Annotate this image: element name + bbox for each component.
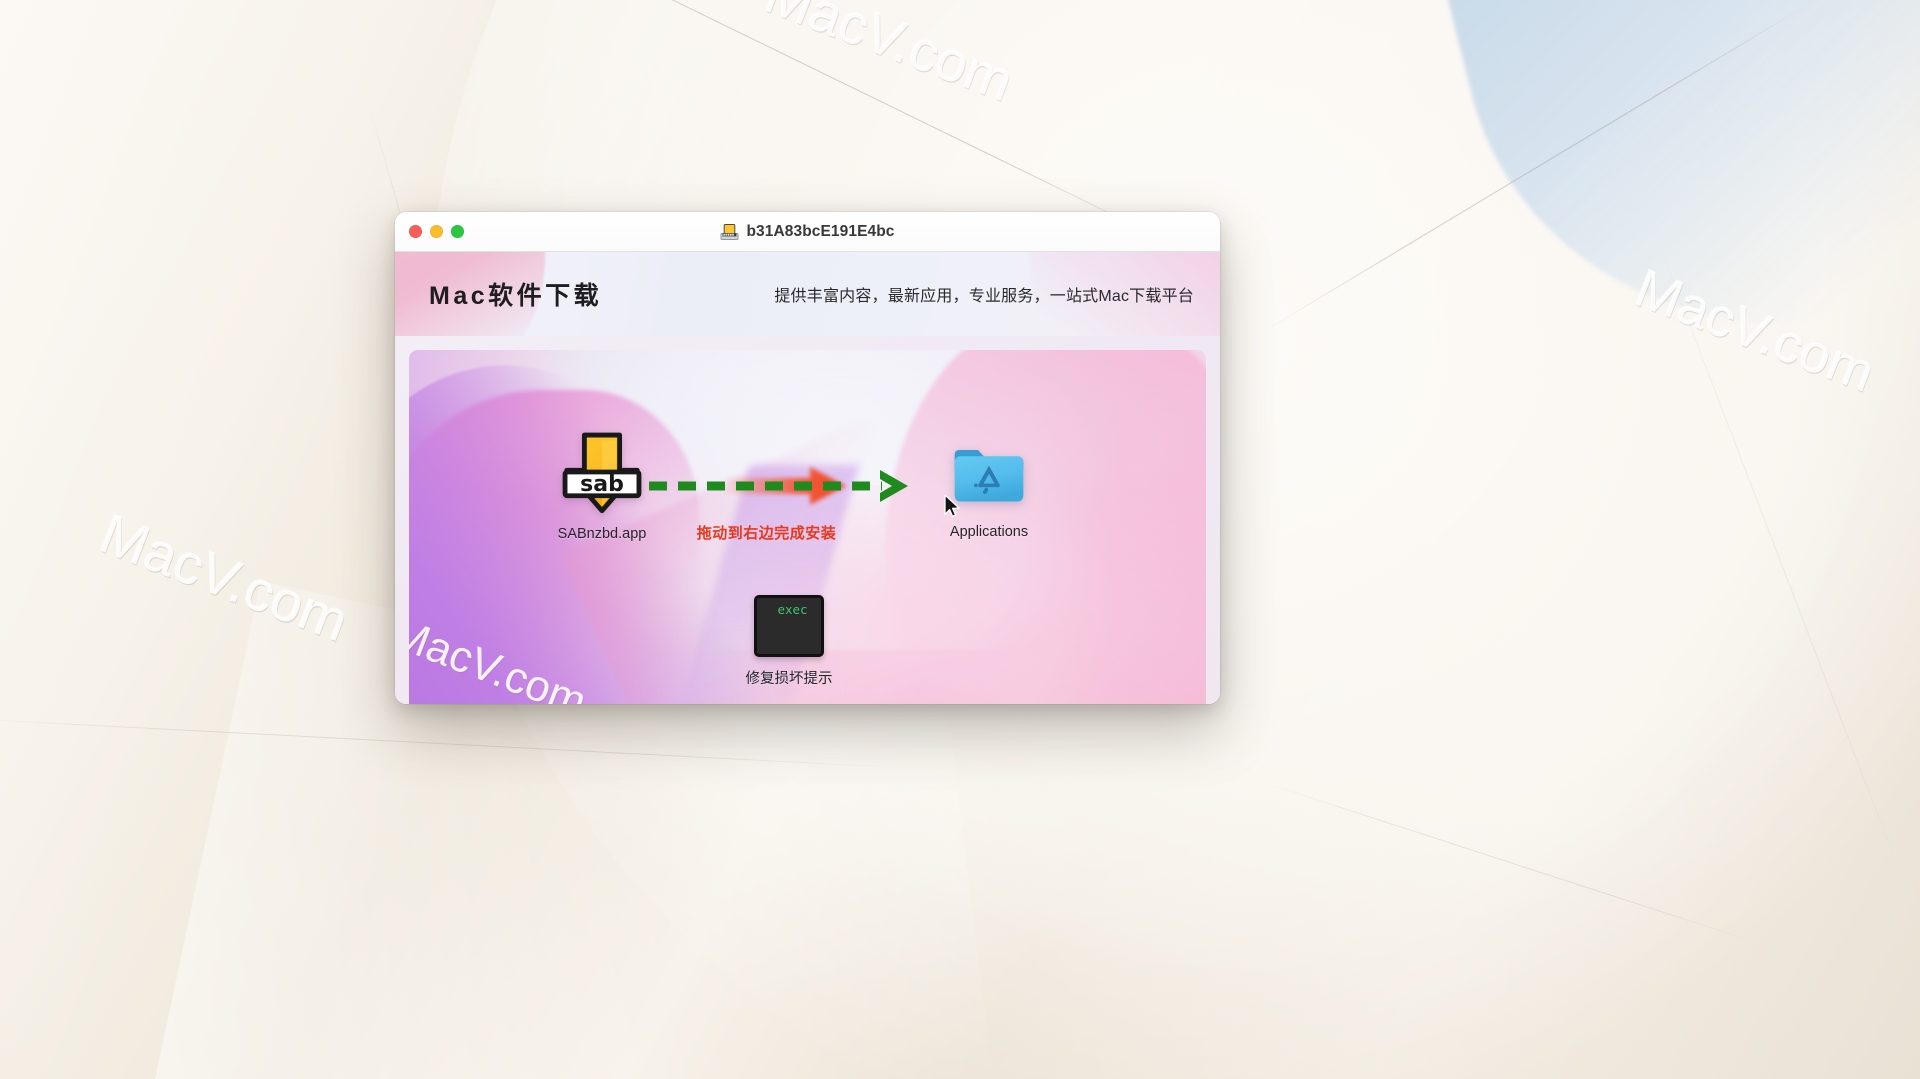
watermark-top: MacV.com [757,0,1023,114]
watermark-right: MacV.com [1627,258,1883,404]
sab-icon-text: sab [580,472,624,497]
window-titlebar[interactable]: b31A83bcE191E4bc [395,212,1220,252]
banner-title: Mac软件下载 [429,282,603,310]
desktop-background: MacV.com MacV.com MacV.com b31A83bcE191E… [0,0,1920,1079]
wallpaper-seam-2 [1260,3,1810,335]
dmg-body: MacV.com 拖动到右边完成安装 sab SABnzbd.app Appli… [395,336,1220,704]
drop-panel[interactable]: MacV.com 拖动到右边完成安装 sab SABnzbd.app Appli… [409,350,1206,704]
wallpaper-seam-6 [1653,233,1907,888]
exec-icon-text: exec [777,602,808,617]
drag-cursor-icon [944,494,960,517]
traffic-light-group [409,225,464,238]
sabnzbd-app-item[interactable]: sab SABnzbd.app [527,428,677,542]
window-title: b31A83bcE191E4bc [746,222,895,240]
applications-folder-item[interactable]: Applications [909,436,1069,540]
applications-folder-label: Applications [949,524,1029,540]
close-button[interactable] [409,225,422,238]
terminal-exec-icon: exec [754,595,824,657]
wallpaper-seam-4 [1262,781,1758,944]
banner-subtitle: 提供丰富内容，最新应用，专业服务，一站式Mac下载平台 [774,288,1194,305]
minimize-button[interactable] [430,225,443,238]
watermark-left: MacV.com [92,501,358,654]
applications-icon-wrap [944,436,1028,517]
sabnzbd-app-label: SABnzbd.app [557,526,647,542]
wallpaper-seam-3 [0,716,910,770]
promo-banner: Mac软件下载 提供丰富内容，最新应用，专业服务，一站式Mac下载平台 [395,252,1220,336]
icon-layer: 拖动到右边完成安装 sab SABnzbd.app Applications e… [409,350,1206,704]
disk-image-icon [720,223,739,240]
zoom-button[interactable] [451,225,464,238]
exec-helper-item[interactable]: exec 修复损坏提示 [714,595,864,688]
sabnzbd-app-icon: sab [562,432,642,514]
wallpaper-blue-accent [1411,0,1920,397]
dmg-finder-window[interactable]: b31A83bcE191E4bc Mac软件下载 提供丰富内容，最新应用，专业服… [395,212,1220,704]
window-title-group: b31A83bcE191E4bc [395,223,1220,241]
exec-helper-label: 修复损坏提示 [745,671,833,687]
